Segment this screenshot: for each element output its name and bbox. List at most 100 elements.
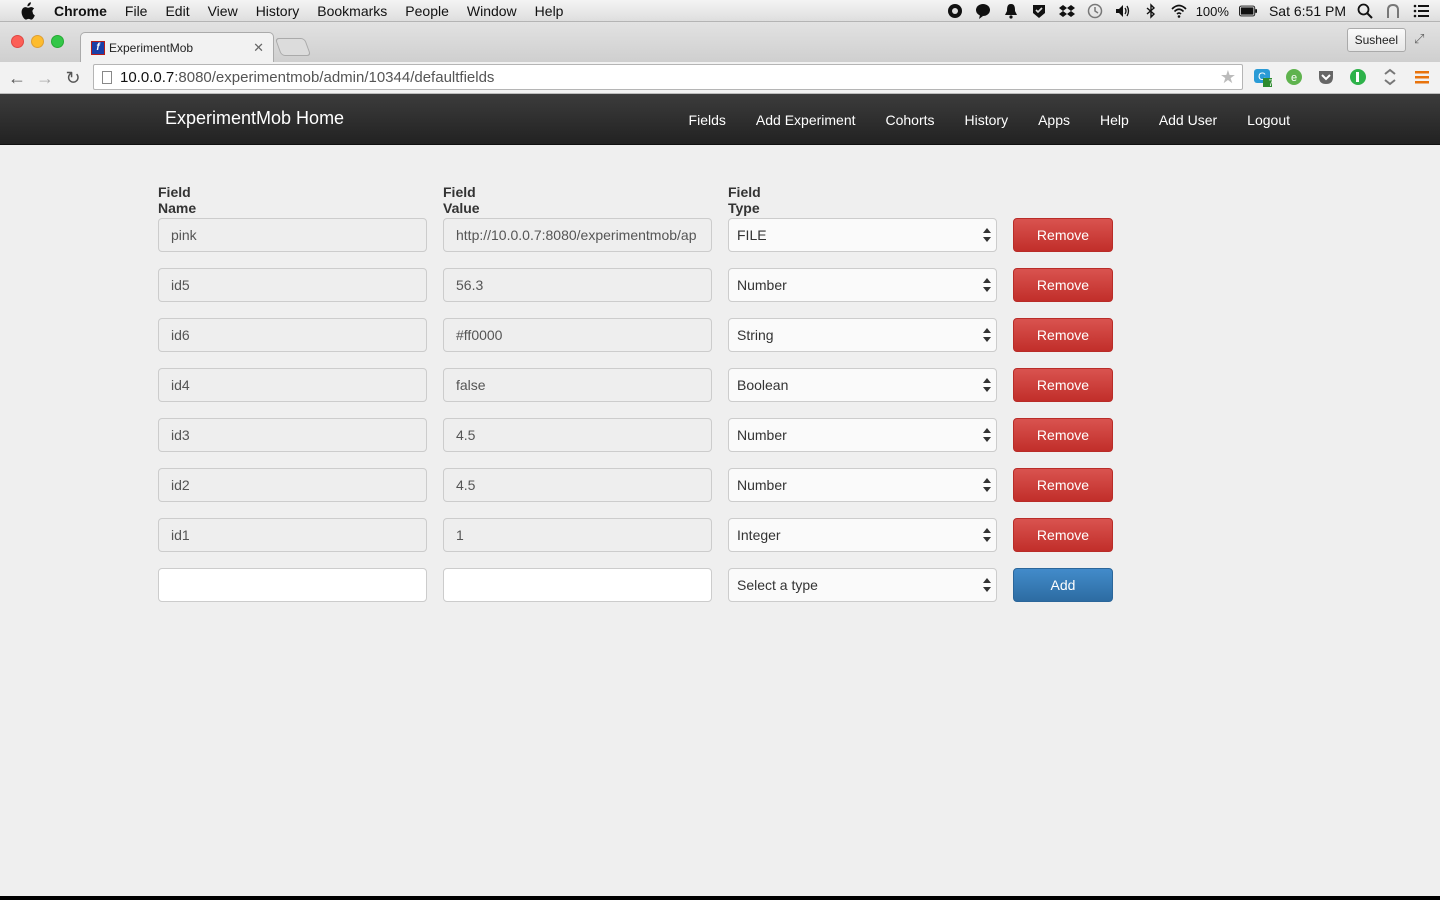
time-machine-icon[interactable] xyxy=(1086,3,1104,19)
field-value-input[interactable]: http://10.0.0.7:8080/experimentmob/ap xyxy=(443,218,712,252)
user-switch-icon[interactable] xyxy=(1384,3,1402,19)
select-arrows-icon xyxy=(983,478,991,492)
field-type-select[interactable]: Number xyxy=(728,418,997,452)
bluetooth-icon[interactable] xyxy=(1142,3,1160,19)
field-type-header: Field Type xyxy=(728,184,761,216)
field-type-select[interactable]: Number xyxy=(728,268,997,302)
field-type-select[interactable]: String xyxy=(728,318,997,352)
field-name-input[interactable]: id2 xyxy=(158,468,427,502)
field-value-input[interactable]: 56.3 xyxy=(443,268,712,302)
evernote-icon[interactable] xyxy=(946,3,964,19)
menu-edit[interactable]: Edit xyxy=(165,0,189,22)
volume-icon[interactable] xyxy=(1114,3,1132,19)
field-value-input[interactable]: 1 xyxy=(443,518,712,552)
field-row: id5 56.3 Number Remove xyxy=(158,268,1114,302)
evernote-extension-icon[interactable]: e xyxy=(1284,67,1304,87)
select-arrows-icon xyxy=(983,428,991,442)
page-icon xyxy=(102,70,112,84)
pocket-extension-icon[interactable] xyxy=(1316,67,1336,87)
wifi-icon[interactable] xyxy=(1170,3,1188,19)
field-name-input[interactable]: pink xyxy=(158,218,427,252)
dropbox-icon[interactable] xyxy=(1058,3,1076,19)
remove-button[interactable]: Remove xyxy=(1013,368,1113,402)
field-name-input[interactable]: id1 xyxy=(158,518,427,552)
url-host: 10.0.0.7 xyxy=(120,68,175,86)
nav-link-cohorts[interactable]: Cohorts xyxy=(886,112,935,128)
menu-people[interactable]: People xyxy=(405,0,449,22)
menu-window[interactable]: Window xyxy=(467,0,517,22)
battery-icon[interactable] xyxy=(1238,3,1257,19)
green-circle-extension-icon[interactable] xyxy=(1348,67,1368,87)
notification-bell-icon[interactable] xyxy=(1002,3,1020,19)
nav-link-add-user[interactable]: Add User xyxy=(1159,112,1217,128)
menu-app-name[interactable]: Chrome xyxy=(54,0,107,22)
field-type-selected: Number xyxy=(737,277,787,293)
remove-button[interactable]: Remove xyxy=(1013,218,1113,252)
field-type-select[interactable]: Integer xyxy=(728,518,997,552)
nav-link-history[interactable]: History xyxy=(965,112,1009,128)
apple-icon[interactable] xyxy=(19,1,37,20)
checkmark-shield-icon[interactable] xyxy=(1030,3,1048,19)
field-type-select[interactable]: Number xyxy=(728,468,997,502)
field-value-input[interactable]: 4.5 xyxy=(443,468,712,502)
window-close-button[interactable] xyxy=(11,35,24,48)
field-type-select[interactable]: Boolean xyxy=(728,368,997,402)
field-name-input[interactable]: id4 xyxy=(158,368,427,402)
tab-title: ExperimentMob xyxy=(109,40,194,55)
remove-button[interactable]: Remove xyxy=(1013,468,1113,502)
new-field-row: Select a type Add xyxy=(158,568,1114,602)
new-field-type-select[interactable]: Select a type xyxy=(728,568,997,602)
field-type-selected: Number xyxy=(737,427,787,443)
site-favicon-icon: f xyxy=(91,40,105,55)
menu-history[interactable]: History xyxy=(256,0,300,22)
notification-center-icon[interactable] xyxy=(1412,3,1430,19)
window-minimize-button[interactable] xyxy=(31,35,44,48)
field-type-select[interactable]: FILE xyxy=(728,218,997,252)
menubar-clock[interactable]: Sat 6:51 PM xyxy=(1269,3,1346,19)
fullscreen-icon[interactable]: ⤢ xyxy=(1414,31,1430,47)
add-button[interactable]: Add xyxy=(1013,568,1113,602)
field-name-input[interactable]: id6 xyxy=(158,318,427,352)
remove-button[interactable]: Remove xyxy=(1013,318,1113,352)
field-name-input[interactable]: id3 xyxy=(158,418,427,452)
chrome-menu-icon[interactable] xyxy=(1412,67,1432,87)
address-bar[interactable]: 10.0.0.7:8080/experimentmob/admin/10344/… xyxy=(93,64,1243,90)
chat-bubble-icon[interactable] xyxy=(974,3,992,19)
menu-view[interactable]: View xyxy=(208,0,238,22)
field-value-input[interactable]: #ff0000 xyxy=(443,318,712,352)
recycle-extension-icon[interactable] xyxy=(1380,67,1400,87)
back-arrow-icon[interactable]: ← xyxy=(7,68,27,88)
menu-file[interactable]: File xyxy=(125,0,148,22)
remove-button[interactable]: Remove xyxy=(1013,418,1113,452)
reload-icon[interactable]: ↻ xyxy=(63,68,83,88)
brand-home-link[interactable]: ExperimentMob Home xyxy=(165,108,344,129)
field-value-input[interactable]: 4.5 xyxy=(443,418,712,452)
nav-link-logout[interactable]: Logout xyxy=(1247,112,1290,128)
select-arrows-icon xyxy=(983,578,991,592)
menubar-tray: 100% Sat 6:51 PM xyxy=(936,0,1430,22)
nav-link-apps[interactable]: Apps xyxy=(1038,112,1070,128)
tab-close-icon[interactable]: ✕ xyxy=(253,40,264,56)
profile-button[interactable]: Susheel xyxy=(1346,28,1406,52)
new-tab-button[interactable] xyxy=(274,38,312,56)
bookmark-star-icon[interactable]: ★ xyxy=(1220,67,1236,88)
nav-link-help[interactable]: Help xyxy=(1100,112,1129,128)
field-name-input[interactable]: id5 xyxy=(158,268,427,302)
navbar-links: Fields Add Experiment Cohorts History Ap… xyxy=(659,94,1290,145)
forward-arrow-icon[interactable]: → xyxy=(35,68,55,88)
macos-menubar: Chrome File Edit View History Bookmarks … xyxy=(0,0,1440,22)
field-row: id1 1 Integer Remove xyxy=(158,518,1114,552)
spotlight-search-icon[interactable] xyxy=(1356,3,1374,19)
field-value-input[interactable]: false xyxy=(443,368,712,402)
window-zoom-button[interactable] xyxy=(51,35,64,48)
new-field-name-input[interactable] xyxy=(158,568,427,602)
menu-bookmarks[interactable]: Bookmarks xyxy=(317,0,387,22)
new-field-value-input[interactable] xyxy=(443,568,712,602)
remove-button[interactable]: Remove xyxy=(1013,518,1113,552)
nav-link-add-experiment[interactable]: Add Experiment xyxy=(756,112,856,128)
browser-tab[interactable]: f ExperimentMob ✕ xyxy=(80,32,274,62)
menu-help[interactable]: Help xyxy=(535,0,564,22)
remove-button[interactable]: Remove xyxy=(1013,268,1113,302)
nav-link-fields[interactable]: Fields xyxy=(689,112,726,128)
field-name-header: Field Name xyxy=(158,184,197,216)
